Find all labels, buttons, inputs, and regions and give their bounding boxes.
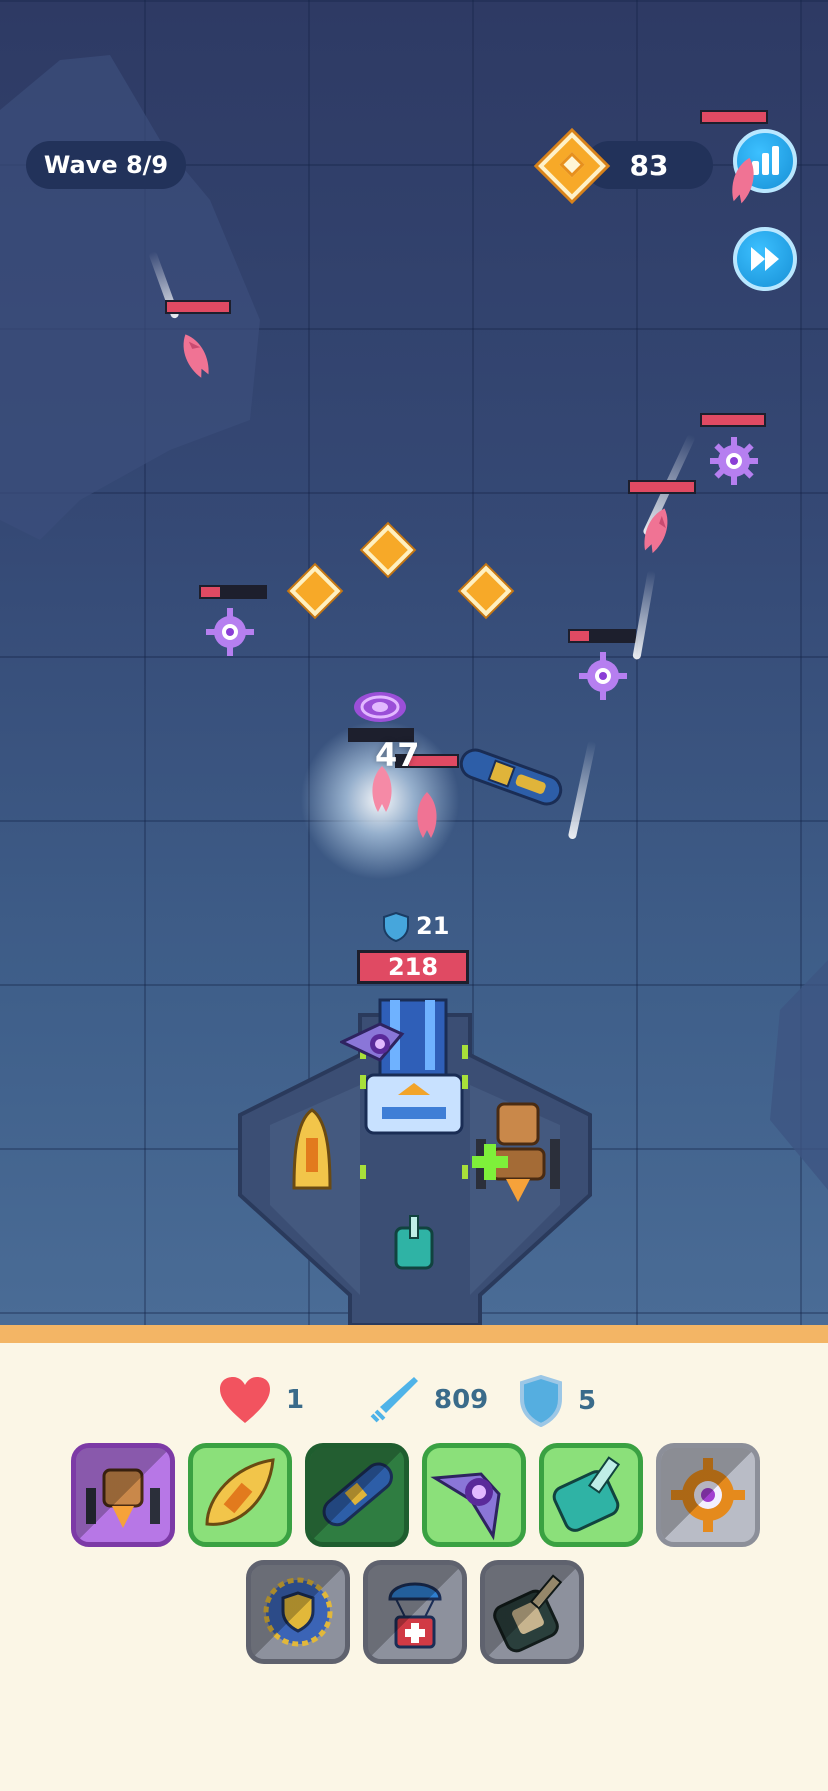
bottom-panel: 1 809 5 <box>0 1325 828 1791</box>
shield-icon <box>520 1375 562 1427</box>
pink-fish-enemy <box>372 766 392 812</box>
teal-tank-icon <box>552 1456 621 1532</box>
base-health-bar: 218 <box>357 950 469 984</box>
attack-value: 809 <box>434 1385 489 1415</box>
vortex-projectile <box>354 692 406 722</box>
enemy-health-bar <box>165 300 231 314</box>
fast-forward-icon <box>751 247 779 271</box>
sword-icon <box>370 1377 418 1423</box>
purple-mine-enemy <box>206 608 254 656</box>
defense-value: 5 <box>578 1386 597 1416</box>
heart-icon <box>220 1377 270 1423</box>
attack-stat: 809 <box>366 1375 488 1425</box>
slot-medkit-drop-unit[interactable] <box>363 1560 467 1664</box>
slot-shield-orb-unit[interactable] <box>246 1560 350 1664</box>
battlefield: Wave 8/9 83 47 21 218 <box>0 0 828 1325</box>
slot-blue-submarine-unit[interactable] <box>305 1443 409 1547</box>
enemy-health-bar <box>700 413 766 427</box>
wave-indicator: Wave 8/9 <box>26 141 186 189</box>
defense-stat: 5 <box>518 1375 596 1427</box>
enemy-health-bar <box>199 585 267 599</box>
golden-boat-ally <box>292 1108 332 1190</box>
enemy-health-bar <box>628 480 696 494</box>
golden-boat-icon <box>205 1458 275 1526</box>
vortex-glider-ally <box>340 1022 405 1062</box>
purple-mine-enemy <box>710 437 758 485</box>
pink-fish-enemy <box>417 792 437 838</box>
base-shield-icon <box>382 911 410 943</box>
vortex-glider-icon <box>430 1472 501 1541</box>
slot-mech-walker-unit[interactable] <box>71 1443 175 1547</box>
lives-value: 1 <box>286 1385 305 1415</box>
enemy-health-bar <box>568 629 636 643</box>
purple-mine-enemy <box>579 652 627 700</box>
heal-cross-icon <box>472 1144 508 1180</box>
enemy-health-bar <box>700 110 768 124</box>
slot-spiral-gear-unit[interactable] <box>656 1443 760 1547</box>
teal-tank-ally <box>394 1215 434 1270</box>
lives-stat: 1 <box>218 1375 304 1425</box>
slot-golden-boat-unit[interactable] <box>188 1443 292 1547</box>
slot-turret-tank-unit[interactable] <box>480 1560 584 1664</box>
slot-teal-tank-unit[interactable] <box>539 1443 643 1547</box>
fast-forward-button[interactable] <box>733 227 797 291</box>
base-shield-value: 21 <box>416 912 450 940</box>
slot-vortex-glider-unit[interactable] <box>422 1443 526 1547</box>
